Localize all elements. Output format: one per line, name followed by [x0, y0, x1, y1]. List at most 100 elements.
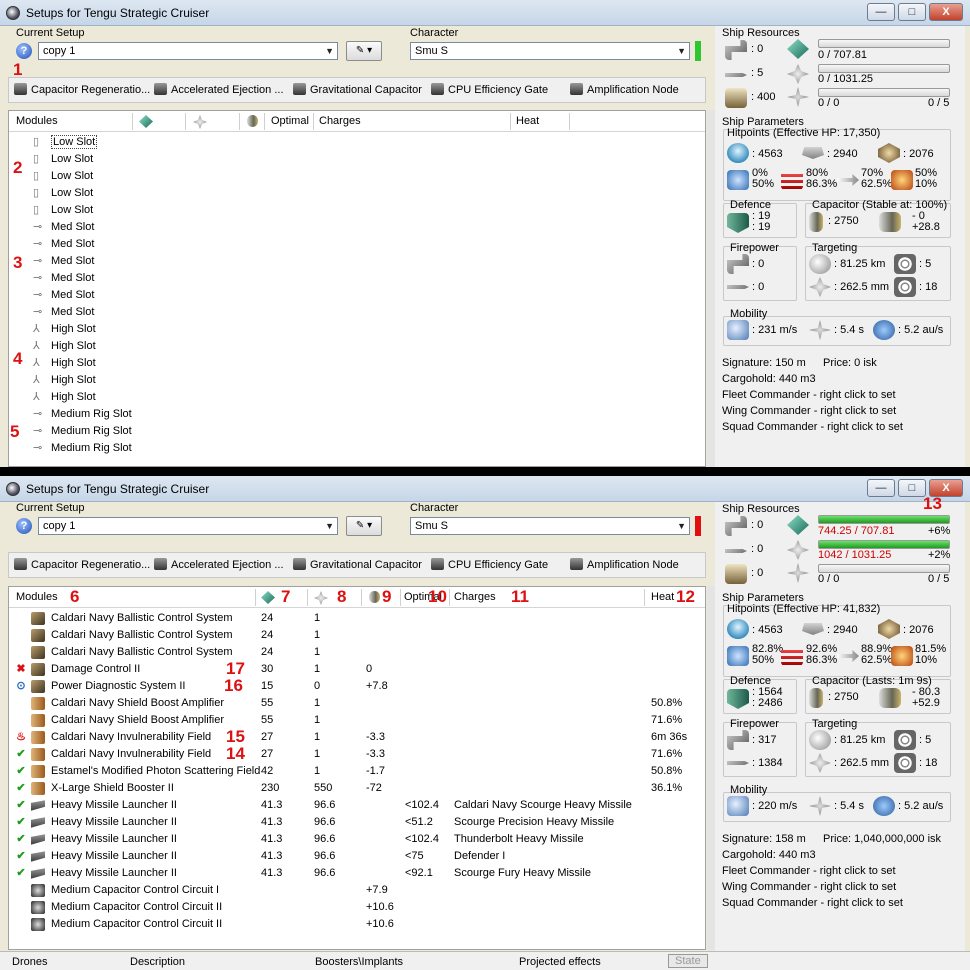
slot-row[interactable]: ⅄ High Slot: [9, 321, 705, 338]
help-icon[interactable]: ?: [16, 518, 32, 534]
module-state-icon[interactable]: [15, 901, 27, 913]
wing-commander[interactable]: Wing Commander - right click to set: [722, 881, 896, 893]
booster-item[interactable]: CPU Efficiency Gate: [431, 83, 548, 96]
scrollbar[interactable]: [707, 586, 715, 950]
slot-row[interactable]: ⊸ Medium Rig Slot: [9, 440, 705, 457]
slot-row[interactable]: ▯ Low Slot: [9, 202, 705, 219]
module-state-icon[interactable]: [15, 646, 27, 658]
minimize-button[interactable]: —: [867, 479, 895, 497]
maximize-button[interactable]: □: [898, 3, 926, 21]
module-row[interactable]: Caldari Navy Ballistic Control System 24 1: [9, 627, 705, 644]
col-charges[interactable]: Charges: [319, 115, 361, 127]
slot-row[interactable]: ⊸ Med Slot: [9, 236, 705, 253]
fleet-commander[interactable]: Fleet Commander - right click to set: [722, 865, 896, 877]
slot-row[interactable]: ⊸ Med Slot: [9, 304, 705, 321]
module-row[interactable]: ✔ Heavy Missile Launcher II 41.3 96.6 <51.2 S…: [9, 814, 705, 831]
col-optimal[interactable]: Optimal: [271, 115, 309, 127]
character-select[interactable]: Smu S ▼: [410, 517, 690, 535]
minimize-button[interactable]: —: [867, 3, 895, 21]
slot-row[interactable]: ⅄ High Slot: [9, 389, 705, 406]
booster-item[interactable]: Accelerated Ejection ...: [154, 83, 284, 96]
module-state-icon[interactable]: ✔: [15, 748, 27, 760]
help-icon[interactable]: ?: [16, 43, 32, 59]
module-row[interactable]: Caldari Navy Ballistic Control System 24 1: [9, 610, 705, 627]
module-row[interactable]: ♨ Caldari Navy Invulnerability Field 27 1 -3…: [9, 729, 705, 746]
col-heat[interactable]: Heat: [651, 591, 674, 603]
maximize-button[interactable]: □: [898, 479, 926, 497]
module-row[interactable]: Medium Capacitor Control Circuit I +7.9: [9, 882, 705, 899]
module-state-icon[interactable]: ✔: [15, 867, 27, 879]
module-state-icon[interactable]: ♨: [15, 731, 27, 743]
squad-commander[interactable]: Squad Commander - right click to set: [722, 421, 903, 433]
slot-row[interactable]: ▯ Low Slot: [9, 151, 705, 168]
powergrid-column-icon[interactable]: [314, 591, 328, 605]
module-row[interactable]: ✔ Heavy Missile Launcher II 41.3 96.6 <75 Def…: [9, 848, 705, 865]
module-row[interactable]: Caldari Navy Ballistic Control System 24 1: [9, 644, 705, 661]
module-row[interactable]: ✔ X-Large Shield Booster II 230 550 -72 36.1%: [9, 780, 705, 797]
col-heat[interactable]: Heat: [516, 115, 539, 127]
module-state-icon[interactable]: ⊙: [15, 680, 27, 692]
slot-row[interactable]: ⊸ Med Slot: [9, 287, 705, 304]
slot-row[interactable]: ⊸ Med Slot: [9, 253, 705, 270]
module-row[interactable]: Medium Capacitor Control Circuit II +10.6: [9, 899, 705, 916]
title-bar[interactable]: Setups for Tengu Strategic Cruiser — □ X: [0, 476, 970, 502]
cpu-column-icon[interactable]: [261, 591, 275, 604]
fleet-commander[interactable]: Fleet Commander - right click to set: [722, 389, 896, 401]
powergrid-column-icon[interactable]: [193, 115, 207, 129]
setup-tools-button[interactable]: ✎ ▾: [346, 41, 382, 61]
module-state-icon[interactable]: [15, 697, 27, 709]
module-state-icon[interactable]: [15, 918, 27, 930]
slot-row[interactable]: ⊸ Medium Rig Slot: [9, 406, 705, 423]
module-row[interactable]: ✔ Estamel's Modified Photon Scattering Fi…: [9, 763, 705, 780]
slot-row[interactable]: ⅄ High Slot: [9, 355, 705, 372]
module-row[interactable]: ✔ Heavy Missile Launcher II 41.3 96.6 <92.1 S…: [9, 865, 705, 882]
modules-grid[interactable]: Modules Optimal Charges Heat ▯ Low Slot ▯ L…: [8, 110, 706, 467]
tab-projected-effects[interactable]: Projected effects: [519, 956, 601, 968]
character-select[interactable]: Smu S ▼: [410, 42, 690, 60]
slot-row[interactable]: ▯ Low Slot: [9, 168, 705, 185]
state-button[interactable]: State: [668, 954, 708, 968]
setup-select[interactable]: copy 1 ▼: [38, 42, 338, 60]
booster-item[interactable]: Gravitational Capacitor: [293, 83, 422, 96]
module-state-icon[interactable]: ✔: [15, 850, 27, 862]
module-state-icon[interactable]: ✔: [15, 799, 27, 811]
scrollbar[interactable]: [707, 110, 715, 467]
slot-row[interactable]: ▯ Low Slot: [9, 134, 705, 151]
module-row[interactable]: ⊙ Power Diagnostic System II 15 0 +7.8: [9, 678, 705, 695]
wing-commander[interactable]: Wing Commander - right click to set: [722, 405, 896, 417]
module-state-icon[interactable]: ✔: [15, 816, 27, 828]
booster-item[interactable]: Amplification Node: [570, 83, 679, 96]
cpu-column-icon[interactable]: [139, 115, 153, 128]
module-row[interactable]: Caldari Navy Shield Boost Amplifier 55 1 50…: [9, 695, 705, 712]
module-row[interactable]: ✔ Heavy Missile Launcher II 41.3 96.6 <102.4…: [9, 831, 705, 848]
slot-row[interactable]: ⊸ Med Slot: [9, 219, 705, 236]
col-modules[interactable]: Modules: [16, 115, 58, 127]
slot-row[interactable]: ⅄ High Slot: [9, 338, 705, 355]
slot-row[interactable]: ▯ Low Slot: [9, 185, 705, 202]
module-row[interactable]: ✖ Damage Control II 30 1 0: [9, 661, 705, 678]
booster-item[interactable]: CPU Efficiency Gate: [431, 558, 548, 571]
modules-grid[interactable]: Modules Optimal Charges Heat Caldari Nav…: [8, 586, 706, 950]
setup-select[interactable]: copy 1 ▼: [38, 517, 338, 535]
booster-item[interactable]: Amplification Node: [570, 558, 679, 571]
module-row[interactable]: ✔ Caldari Navy Invulnerability Field 27 1 -3…: [9, 746, 705, 763]
calibration-column-icon[interactable]: [247, 115, 258, 127]
setup-tools-button[interactable]: ✎ ▾: [346, 516, 382, 536]
slot-row[interactable]: ⊸ Med Slot: [9, 270, 705, 287]
module-state-icon[interactable]: [15, 714, 27, 726]
slot-row[interactable]: ⊸ Medium Rig Slot: [9, 423, 705, 440]
booster-item[interactable]: Gravitational Capacitor: [293, 558, 422, 571]
module-state-icon[interactable]: [15, 612, 27, 624]
module-state-icon[interactable]: ✖: [15, 663, 27, 675]
tab-drones[interactable]: Drones: [12, 956, 47, 968]
calibration-column-icon[interactable]: [369, 591, 380, 603]
module-state-icon[interactable]: [15, 884, 27, 896]
module-state-icon[interactable]: [15, 629, 27, 641]
close-button[interactable]: X: [929, 3, 963, 21]
module-row[interactable]: Medium Capacitor Control Circuit II +10.6: [9, 916, 705, 933]
module-state-icon[interactable]: ✔: [15, 782, 27, 794]
booster-item[interactable]: Accelerated Ejection ...: [154, 558, 284, 571]
col-charges[interactable]: Charges: [454, 591, 496, 603]
module-row[interactable]: Caldari Navy Shield Boost Amplifier 55 1 71…: [9, 712, 705, 729]
tab-description[interactable]: Description: [130, 956, 185, 968]
